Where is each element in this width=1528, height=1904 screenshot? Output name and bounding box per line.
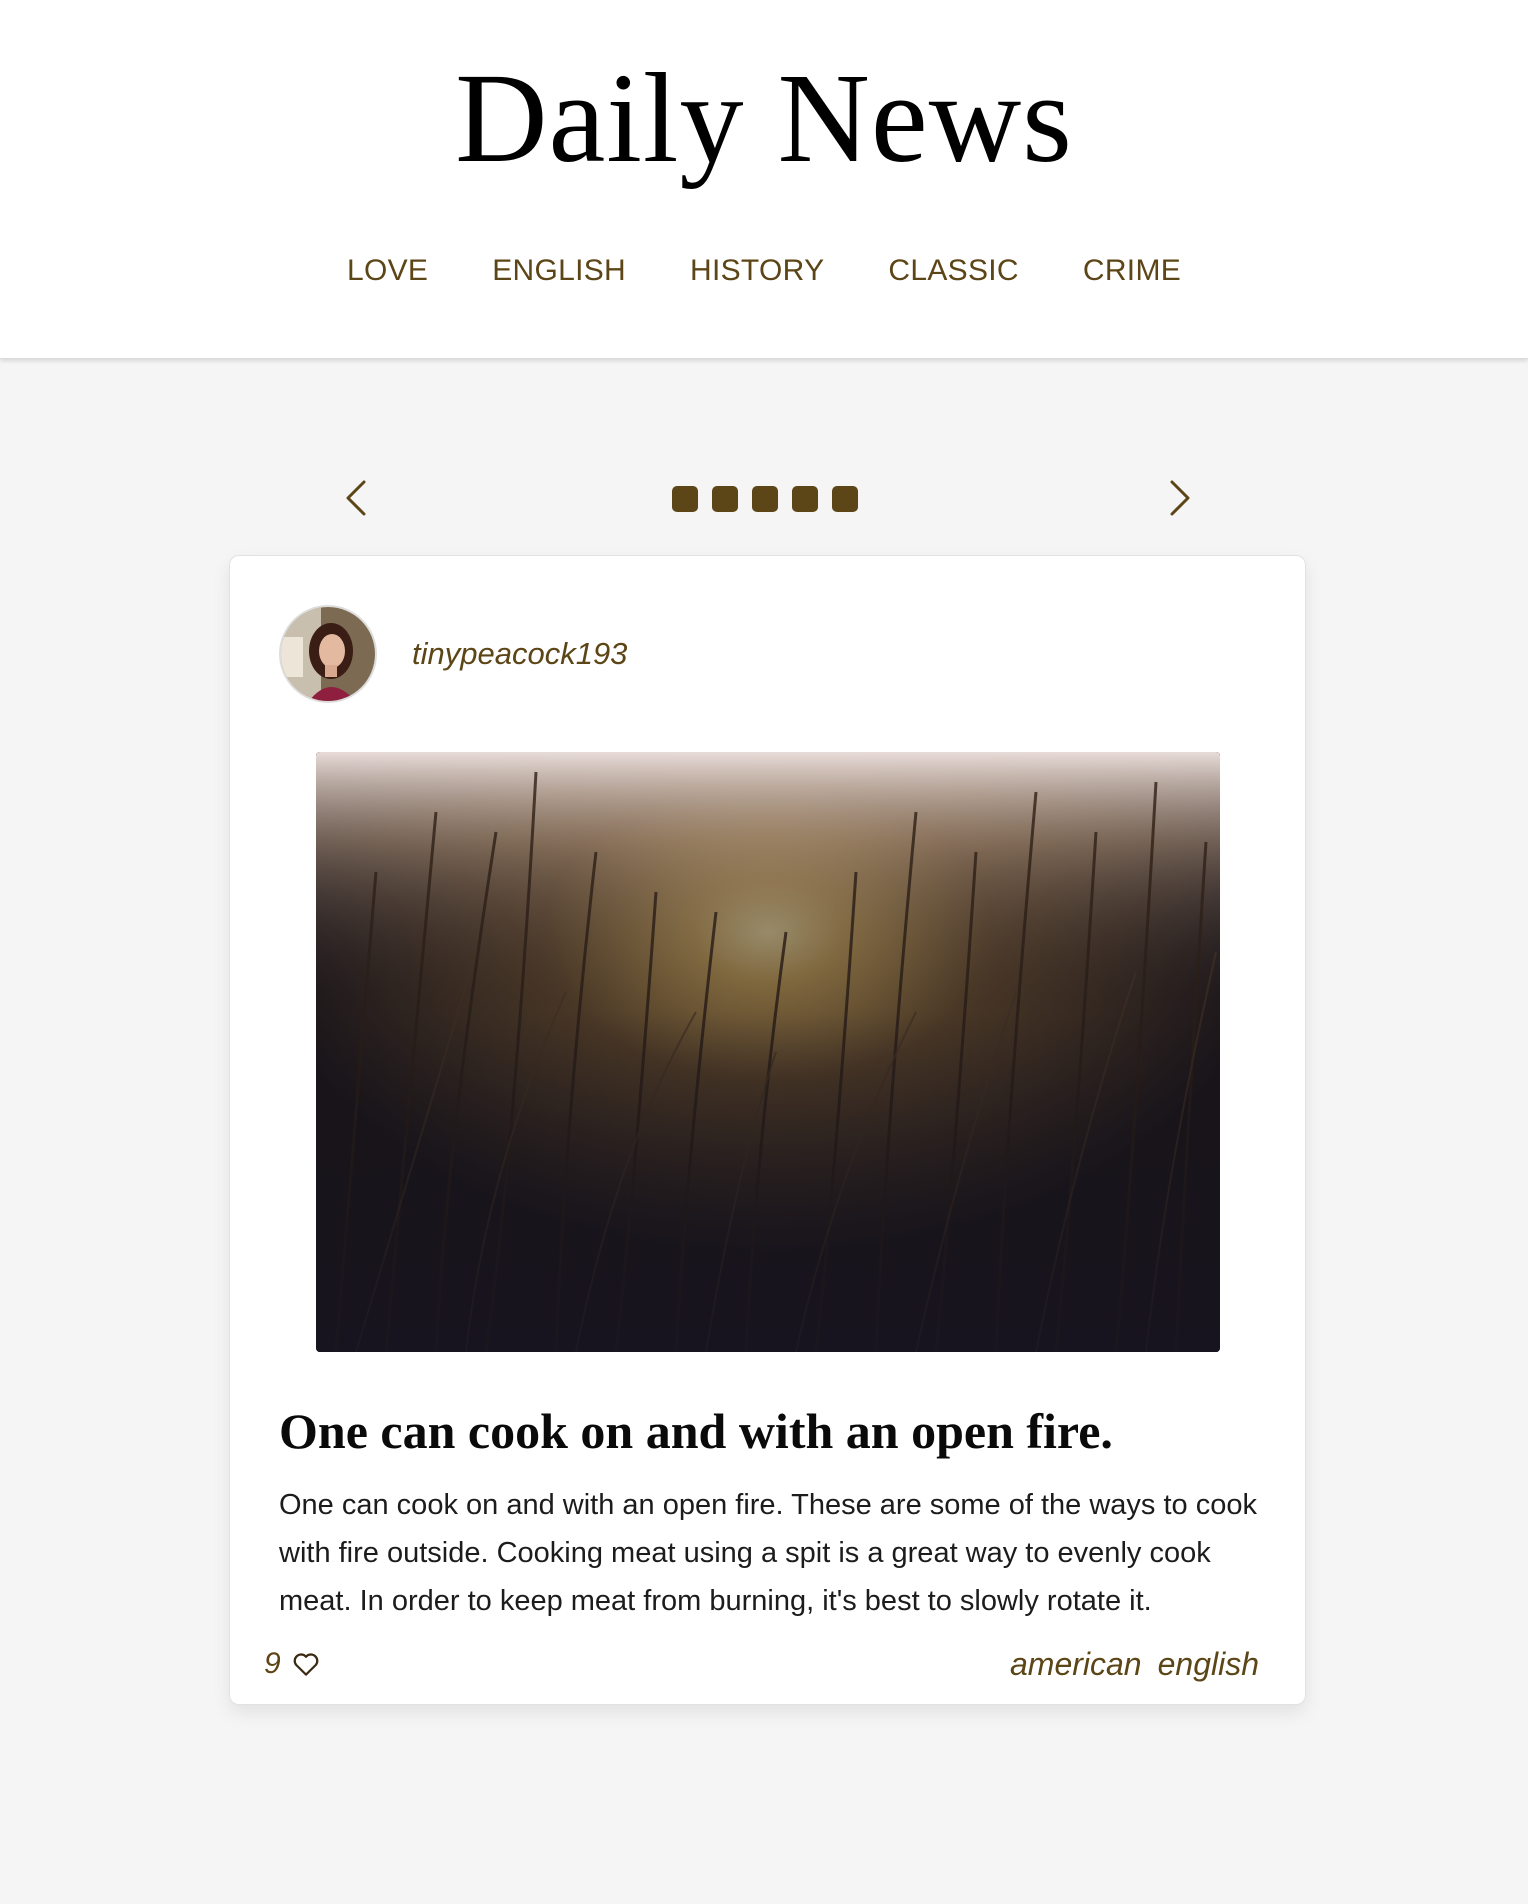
author-username[interactable]: tinypeacock193 xyxy=(412,632,627,676)
nav-item-classic[interactable]: CLASSIC xyxy=(888,248,1018,294)
carousel-indicators xyxy=(672,486,858,512)
carousel-controls xyxy=(0,470,1528,526)
post-title[interactable]: One can cook on and with an open fire. xyxy=(279,1399,1279,1463)
category-nav: LOVE ENGLISH HISTORY CLASSIC CRIME xyxy=(0,248,1528,294)
post-card: tinypeacock193 One can cook on and with … xyxy=(229,555,1306,1705)
carousel-dot[interactable] xyxy=(752,486,778,512)
heart-icon xyxy=(293,1653,319,1676)
tag-english[interactable]: english xyxy=(1158,1642,1259,1686)
nav-item-history[interactable]: HISTORY xyxy=(690,248,824,294)
carousel-dot[interactable] xyxy=(792,486,818,512)
author-photo-icon xyxy=(281,607,375,701)
avatar[interactable] xyxy=(279,605,377,703)
chevron-left-icon xyxy=(346,480,366,516)
field-grass-sunset-photo xyxy=(316,752,1220,1352)
post-body: One can cook on and with an open fire. T… xyxy=(279,1489,1257,1617)
like-count: 9 xyxy=(264,1647,281,1680)
like-button[interactable]: 9 xyxy=(264,1642,321,1686)
site-header: Daily News LOVE ENGLISH HISTORY CLASSIC … xyxy=(0,0,1528,359)
nav-item-english[interactable]: ENGLISH xyxy=(492,248,626,294)
carousel-dot[interactable] xyxy=(672,486,698,512)
chevron-right-icon xyxy=(1170,480,1190,516)
carousel-dot[interactable] xyxy=(712,486,738,512)
carousel-dot[interactable] xyxy=(832,486,858,512)
site-title[interactable]: Daily News xyxy=(0,48,1528,188)
nav-item-love[interactable]: LOVE xyxy=(347,248,428,294)
post-image xyxy=(316,752,1220,1352)
post-tags: american english xyxy=(1010,1642,1259,1686)
carousel-next-button[interactable] xyxy=(1154,474,1202,522)
carousel-prev-button[interactable] xyxy=(334,474,382,522)
nav-item-crime[interactable]: CRIME xyxy=(1083,248,1181,294)
tag-american[interactable]: american xyxy=(1010,1642,1142,1686)
